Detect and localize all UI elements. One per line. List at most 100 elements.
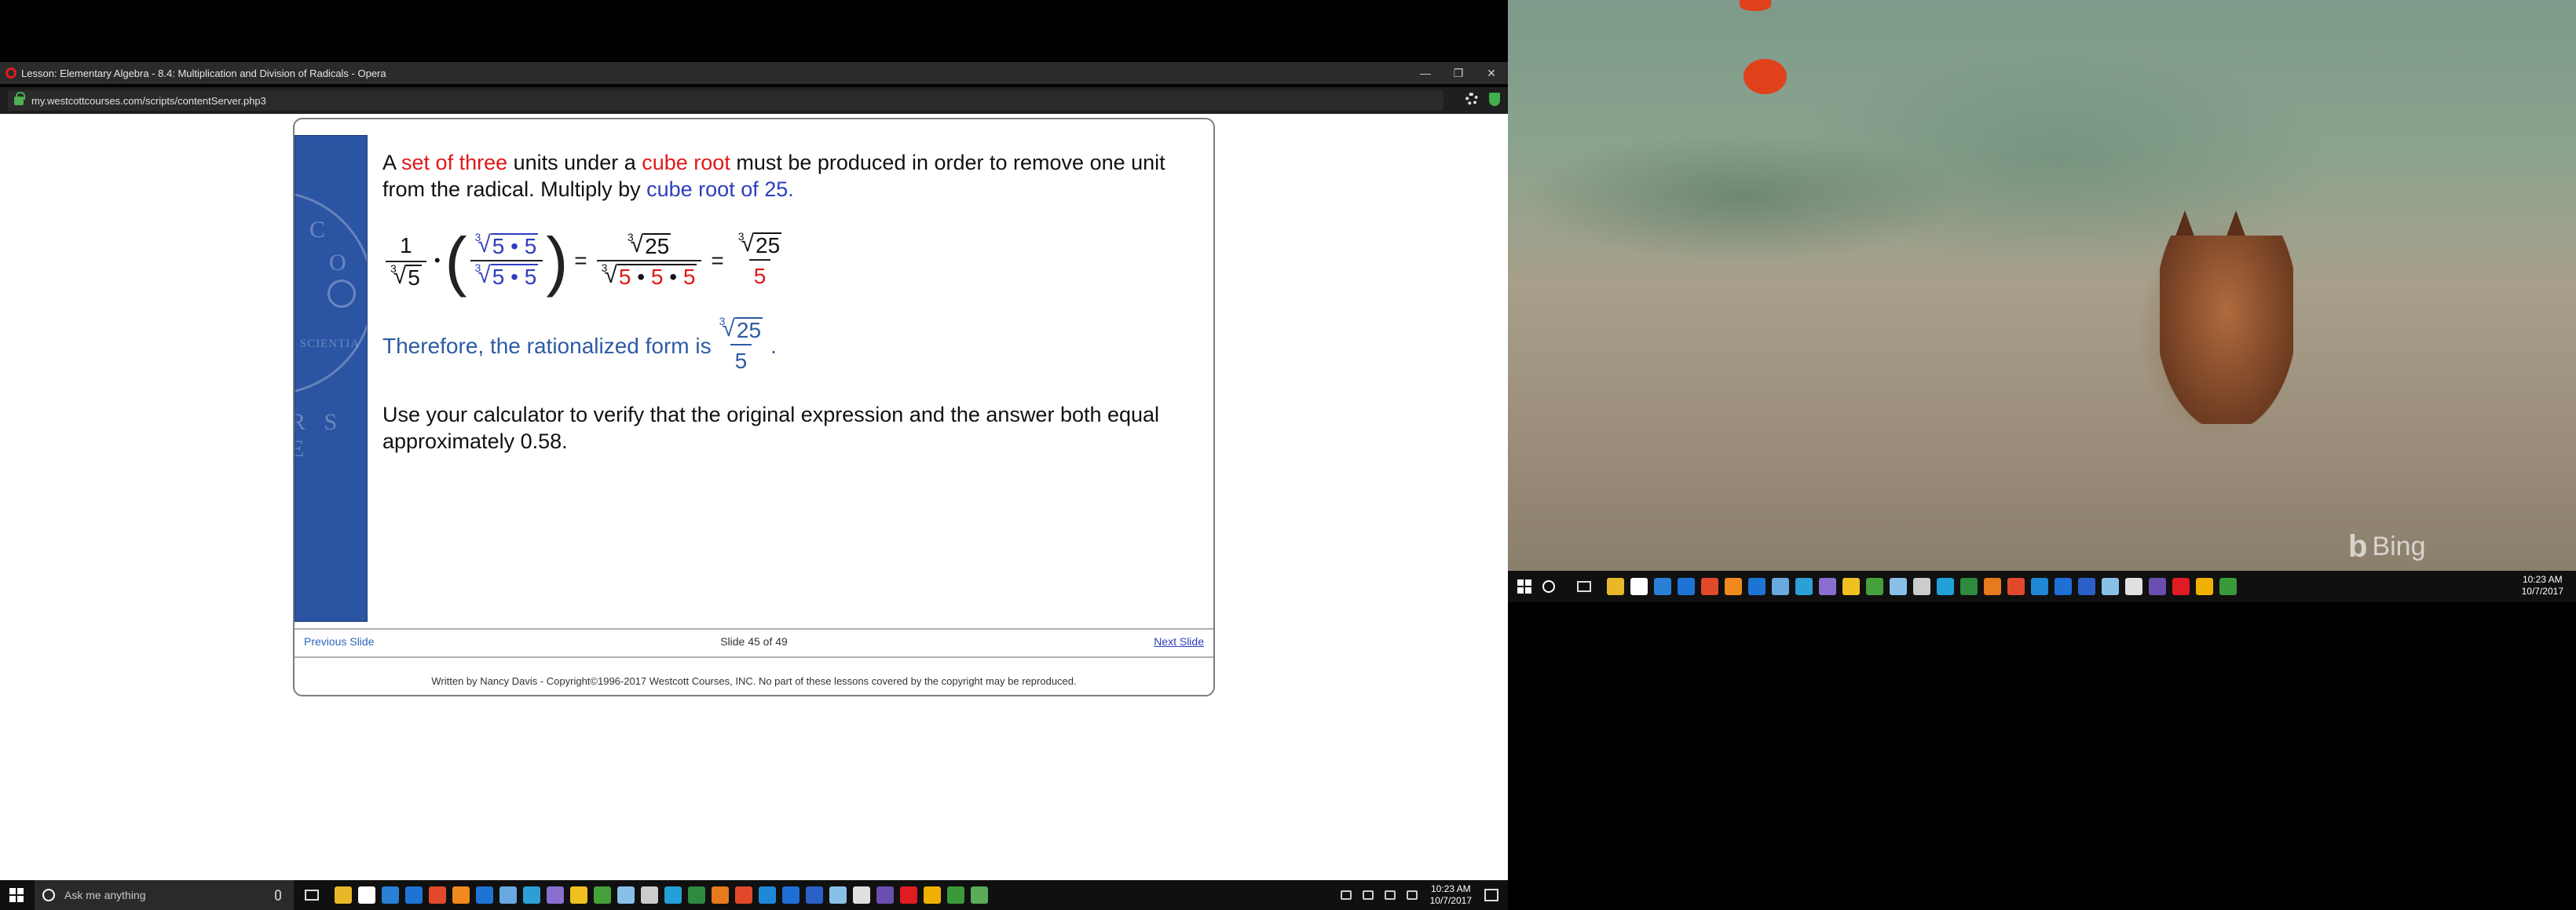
clock-time: 10:23 AM — [1430, 883, 1471, 894]
taskbar-app-icon[interactable] — [570, 886, 587, 904]
taskbar-app-icon[interactable] — [1725, 578, 1742, 595]
taskbar-app-icon[interactable] — [476, 886, 493, 904]
taskbar-app-icon[interactable] — [1984, 578, 2001, 595]
keyboard-icon[interactable] — [1406, 890, 1418, 900]
taskbar-app-icon[interactable] — [2007, 578, 2025, 595]
taskbar-app-icon[interactable] — [1937, 578, 1954, 595]
taskbar-app-icon[interactable] — [2102, 578, 2119, 595]
taskbar-app-icon[interactable] — [617, 886, 635, 904]
task-view-icon[interactable] — [1577, 581, 1591, 592]
term-set-of-three: set of three — [401, 151, 508, 174]
taskbar-app-icon[interactable] — [547, 886, 564, 904]
microphone-icon[interactable] — [275, 890, 281, 901]
taskbar-app-icon[interactable] — [1748, 578, 1766, 595]
taskbar-app-icon[interactable] — [2031, 578, 2048, 595]
page-viewport: C O I SCIENTIA R S E A set of three unit… — [0, 114, 1508, 880]
taskbar-app-icon[interactable] — [735, 886, 752, 904]
pinned-apps — [335, 886, 988, 904]
taskbar-app-icon[interactable] — [947, 886, 964, 904]
taskbar-app-icon[interactable] — [2149, 578, 2166, 595]
clock-date: 10/7/2017 — [2521, 586, 2563, 597]
taskbar-app-icon[interactable] — [1772, 578, 1789, 595]
close-button[interactable]: ✕ — [1475, 62, 1508, 84]
taskbar-app-icon[interactable] — [1913, 578, 1930, 595]
taskbar-app-icon[interactable] — [1842, 578, 1860, 595]
system-tray: 10:23 AM 10/7/2017 — [2522, 571, 2576, 601]
url-text: my.westcottcourses.com/scripts/contentSe… — [31, 94, 266, 107]
taskbar-app-icon[interactable] — [759, 886, 776, 904]
taskbar-app-icon[interactable] — [782, 886, 800, 904]
url-field[interactable]: my.westcottcourses.com/scripts/contentSe… — [8, 90, 1444, 111]
minimize-button[interactable]: — — [1409, 62, 1442, 84]
windows-start-icon[interactable] — [1517, 579, 1531, 594]
desktop-wallpaper-fox: b Bing — [1508, 0, 2576, 571]
taskbar-app-icon[interactable] — [452, 886, 470, 904]
windows-start-icon[interactable] — [9, 888, 24, 902]
divider — [295, 656, 1213, 658]
factor: 5 — [682, 264, 696, 289]
taskbar-app-icon[interactable] — [1795, 578, 1813, 595]
restore-button[interactable]: ❐ — [1442, 62, 1475, 84]
cortana-search-box[interactable]: Ask me anything — [35, 880, 294, 910]
network-icon[interactable] — [1362, 890, 1374, 900]
action-center-icon[interactable] — [1484, 889, 1498, 901]
next-slide-link[interactable]: Next Slide — [1154, 635, 1204, 648]
taskbar-app-icon[interactable] — [641, 886, 658, 904]
taskbar-app-icon[interactable] — [1890, 578, 1907, 595]
taskbar-app-icon[interactable] — [2125, 578, 2142, 595]
taskbar-app-icon[interactable] — [688, 886, 705, 904]
gear-icon[interactable] — [1465, 93, 1478, 105]
browser-title-bar[interactable]: Lesson: Elementary Algebra - 8.4: Multip… — [0, 62, 1508, 84]
westcott-seal-sidebar: C O I SCIENTIA R S E — [295, 135, 368, 622]
taskbar-app-icon[interactable] — [2219, 578, 2237, 595]
taskbar-app-icon[interactable] — [594, 886, 611, 904]
conclusion-line: Therefore, the rationalized form is 3 √ 25… — [382, 316, 1199, 375]
taskbar-app-icon[interactable] — [2196, 578, 2213, 595]
opera-logo-icon — [5, 68, 16, 79]
cortana-icon[interactable] — [1542, 580, 1555, 593]
vpn-shield-icon[interactable] — [1489, 93, 1500, 106]
taskbar-app-icon[interactable] — [1819, 578, 1836, 595]
taskbar-app-icon[interactable] — [806, 886, 823, 904]
taskbar-app-icon[interactable] — [900, 886, 917, 904]
clock[interactable]: 10:23 AM 10/7/2017 — [1430, 883, 1472, 907]
clock-date: 10/7/2017 — [1429, 895, 1472, 906]
taskbar-app-icon[interactable] — [2172, 578, 2190, 595]
taskbar-app-icon[interactable] — [853, 886, 870, 904]
fraction-result: 3 √ 25 5 — [734, 229, 786, 290]
taskbar-app-icon[interactable] — [1654, 578, 1671, 595]
poppy-flower — [1744, 59, 1787, 94]
taskbar-app-icon[interactable] — [429, 886, 446, 904]
taskbar-app-icon[interactable] — [2055, 578, 2072, 595]
taskbar-app-icon[interactable] — [1866, 578, 1883, 595]
taskbar-app-icon[interactable] — [971, 886, 988, 904]
taskbar-app-icon[interactable] — [335, 886, 352, 904]
chevron-up-icon[interactable] — [1340, 890, 1352, 900]
volume-icon[interactable] — [1384, 890, 1396, 900]
taskbar-app-icon[interactable] — [2078, 578, 2095, 595]
clock[interactable]: 10:23 AM 10/7/2017 — [2522, 574, 2563, 598]
taskbar-app-icon[interactable] — [499, 886, 517, 904]
fraction-numerator: 1 — [400, 232, 412, 258]
taskbar-app-icon[interactable] — [1607, 578, 1624, 595]
taskbar-app-icon[interactable] — [1630, 578, 1648, 595]
radical-index: 3 — [737, 229, 745, 243]
taskbar-app-icon[interactable] — [664, 886, 682, 904]
taskbar-app-icon[interactable] — [876, 886, 894, 904]
radicand: 25 — [754, 232, 782, 258]
taskbar-app-icon[interactable] — [382, 886, 399, 904]
explanation-paragraph: A set of three units under a cube root m… — [382, 149, 1199, 203]
radical-denominator: 3 √ 5 — [386, 260, 426, 290]
para1-text-1: A — [382, 151, 402, 174]
taskbar-app-icon[interactable] — [523, 886, 540, 904]
task-view-icon[interactable] — [305, 890, 319, 901]
taskbar-app-icon[interactable] — [1960, 578, 1978, 595]
radical-numerator: 3 √ 25 — [623, 232, 675, 260]
taskbar-app-icon[interactable] — [1701, 578, 1718, 595]
taskbar-app-icon[interactable] — [1678, 578, 1695, 595]
taskbar-app-icon[interactable] — [829, 886, 847, 904]
taskbar-app-icon[interactable] — [405, 886, 423, 904]
taskbar-app-icon[interactable] — [358, 886, 375, 904]
taskbar-app-icon[interactable] — [712, 886, 729, 904]
taskbar-app-icon[interactable] — [924, 886, 941, 904]
